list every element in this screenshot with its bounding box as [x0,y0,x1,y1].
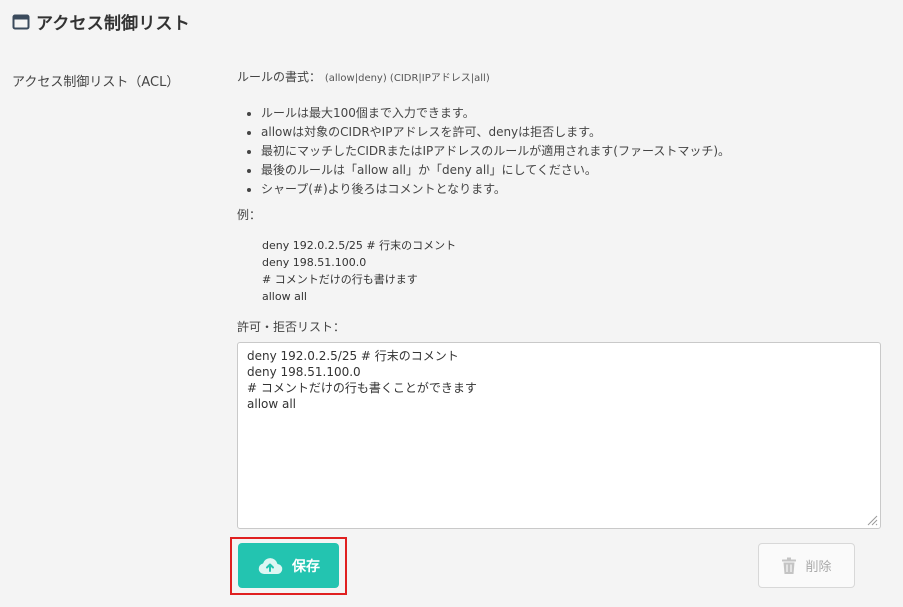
page-title: アクセス制御リスト [36,14,190,34]
save-button[interactable]: 保存 [238,543,339,588]
list-item: 最後のルールは「allow all」か「deny all」にしてください。 [261,161,881,180]
delete-button-label: 削除 [805,560,832,575]
section-header: アクセス制御リスト [12,9,190,34]
cloud-upload-icon [258,557,283,574]
example-line: # コメントだけの行も書けます [262,273,418,286]
rules-list: ルールは最大100個まで入力できます。 allowは対象のCIDRやIPアドレス… [237,104,881,199]
list-item: allowは対象のCIDRやIPアドレスを許可、denyは拒否します。 [261,123,881,142]
example-line: deny 192.0.2.5/25 # 行末のコメント [262,239,457,252]
trash-icon [782,557,797,574]
delete-button[interactable]: 削除 [758,543,855,588]
acl-field-label: アクセス制御リスト（ACL） [12,75,180,90]
list-item: シャープ(#)より後ろはコメントとなります。 [261,180,881,199]
acl-list-label: 許可・拒否リスト： [237,320,346,334]
resize-handle-icon[interactable] [866,514,878,526]
example-line: deny 198.51.100.0 [262,256,367,269]
example-code-block: deny 192.0.2.5/25 # 行末のコメント deny 198.51.… [262,237,456,305]
list-item: 最初にマッチしたCIDRまたはIPアドレスのルールが適用されます(ファーストマッ… [261,142,881,161]
syntax-format: (allow|deny) (CIDR|IPアドレス|all) [324,73,490,84]
acl-textarea-wrapper: deny 192.0.2.5/25 # 行末のコメント deny 198.51.… [237,342,881,529]
example-line: allow all [262,290,307,303]
example-heading: 例： [237,208,262,222]
syntax-label: ルールの書式： [237,70,322,84]
save-button-label: 保存 [292,558,320,575]
window-icon [12,14,30,29]
syntax-description: ルールの書式： (allow|deny) (CIDR|IPアドレス|all) [237,68,881,85]
acl-help-section: ルールの書式： (allow|deny) (CIDR|IPアドレス|all) ル… [237,66,881,334]
acl-list-textarea[interactable]: deny 192.0.2.5/25 # 行末のコメント deny 198.51.… [238,343,880,528]
list-item: ルールは最大100個まで入力できます。 [261,104,881,123]
